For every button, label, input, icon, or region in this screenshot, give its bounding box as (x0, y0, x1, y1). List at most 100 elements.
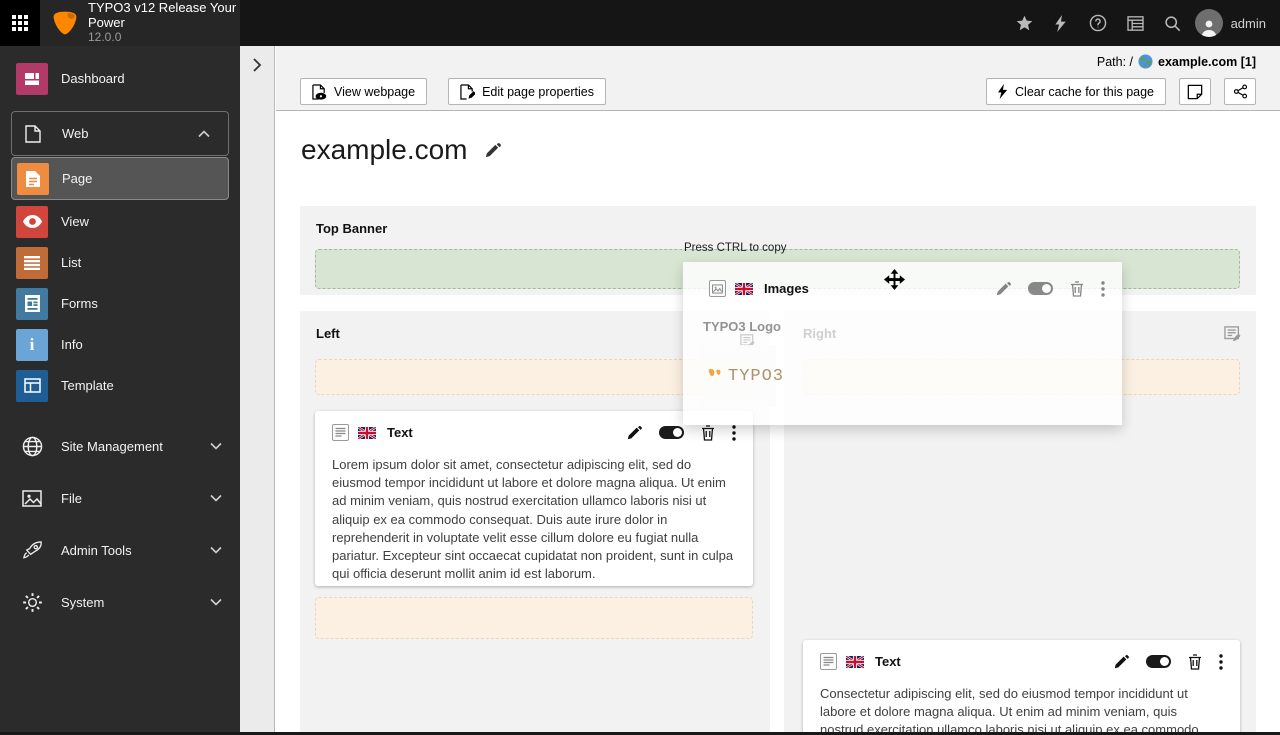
flag-en-icon (358, 426, 376, 439)
visibility-toggle-icon[interactable] (1146, 655, 1171, 668)
sidebar-item-template[interactable]: Template (0, 365, 240, 406)
content-element-header: Images (709, 280, 1105, 297)
image-item-title: TYPO3 Logo (703, 319, 781, 334)
sidebar-item-label: Info (61, 337, 83, 352)
info-module-icon: i (16, 328, 48, 361)
sidebar-item-file[interactable]: File (0, 472, 240, 524)
typo3-logo-thumbnail: TYPO3 (700, 345, 783, 407)
page-globe-icon (1138, 54, 1153, 69)
image-content-icon (709, 280, 726, 297)
view-page-icon (312, 83, 327, 100)
dashboard-icon (16, 62, 48, 95)
sidebar-item-label: File (61, 490, 82, 506)
sidebar-item-forms[interactable]: Forms (0, 283, 240, 324)
sidebar-item-system[interactable]: System (0, 576, 240, 628)
file-image-icon (16, 489, 48, 507)
more-options-kebab-icon[interactable] (732, 424, 736, 441)
site-brand[interactable]: TYPO3 v12 Release Your Power 12.0.0 (40, 0, 240, 46)
column-label: Top Banner (316, 221, 388, 236)
app-version: 12.0.0 (88, 30, 122, 45)
rocket-icon (16, 540, 48, 561)
content-element-body: Lorem ipsum dolor sit amet, consectetur … (332, 457, 734, 582)
current-page-reference: example.com [1] (1158, 54, 1256, 69)
edit-pencil-icon[interactable] (626, 425, 642, 441)
page-title-text: example.com (301, 134, 468, 165)
chevron-down-icon (210, 598, 222, 606)
user-avatar (1194, 9, 1223, 37)
sidebar-item-label: Page (62, 171, 93, 186)
doc-header: Path: / example.com [1] View webpage Edi… (276, 46, 1280, 111)
help-circle-icon (1089, 14, 1107, 32)
sidebar-item-label: Dashboard (61, 71, 125, 86)
search-button[interactable] (1154, 0, 1191, 46)
more-options-kebab-icon (1101, 280, 1105, 297)
chevron-down-icon (210, 494, 222, 502)
delete-trash-icon (1070, 280, 1084, 297)
page-tree-expand-button[interactable] (249, 57, 265, 73)
sidebar-item-label: Site Management (61, 438, 163, 454)
flag-en-icon (735, 282, 753, 295)
content-element-text-right[interactable]: Text Consectetur adipiscing elit, sed do… (803, 640, 1240, 735)
module-menu-toggle-button[interactable] (0, 0, 40, 46)
edit-title-pencil-icon[interactable] (484, 142, 501, 159)
sidebar-item-view[interactable]: View (0, 201, 240, 242)
bolt-icon (1055, 14, 1067, 32)
sidebar-item-label: Template (61, 378, 114, 393)
visibility-toggle-icon[interactable] (659, 426, 684, 439)
edit-pencil-icon[interactable] (1113, 654, 1129, 670)
sidebar-item-web[interactable]: Web (11, 111, 229, 156)
view-webpage-label: View webpage (334, 84, 416, 99)
content-element-body: Consectetur adipiscing elit, sed do eius… (820, 686, 1199, 735)
sidebar-item-info[interactable]: i Info (0, 324, 240, 365)
text-content-icon (332, 424, 349, 441)
delete-trash-icon[interactable] (1188, 653, 1202, 670)
sidebar-item-label: Admin Tools (61, 542, 132, 558)
clear-cache-button[interactable]: Clear cache for this page (986, 78, 1166, 105)
sidebar-item-label: System (61, 594, 105, 610)
sidebar-item-admin-tools[interactable]: Admin Tools (0, 524, 240, 576)
sidebar-item-site-management[interactable]: Site Management (0, 420, 240, 472)
username-label: admin (1230, 15, 1266, 31)
share-icon (1233, 84, 1248, 99)
template-module-icon (16, 369, 48, 402)
star-icon (1016, 15, 1033, 32)
chevron-up-icon (198, 129, 210, 138)
path-prefix: Path: / (1096, 54, 1134, 69)
flag-en-icon (846, 655, 864, 668)
top-bar: TYPO3 v12 Release Your Power 12.0.0 admi… (0, 0, 1280, 46)
content-element-type: Images (764, 281, 809, 296)
edit-column-icon[interactable] (1224, 326, 1242, 343)
app-title: TYPO3 v12 Release Your Power (88, 0, 237, 31)
sidebar-item-page[interactable]: Page (11, 157, 229, 200)
module-menu: Dashboard Web Page View List Forms i Inf… (0, 46, 240, 735)
page-notes-button[interactable] (1179, 78, 1211, 105)
typo3-logo-mark-icon (707, 368, 724, 384)
page-module-icon (17, 162, 49, 195)
web-module-icon (17, 124, 49, 143)
app-grid-icon (12, 15, 28, 31)
delete-trash-icon[interactable] (701, 424, 715, 441)
user-menu[interactable]: admin (1191, 9, 1280, 37)
view-webpage-button[interactable]: View webpage (300, 78, 428, 105)
sidebar-item-list[interactable]: List (0, 242, 240, 283)
move-cursor-icon (883, 268, 906, 291)
edit-page-properties-button[interactable]: Edit page properties (448, 78, 606, 105)
sidebar-item-label: Web (62, 126, 89, 141)
page-title: example.com (301, 134, 501, 166)
sidebar-item-dashboard[interactable]: Dashboard (0, 58, 240, 99)
share-button[interactable] (1224, 78, 1256, 105)
sidebar-item-label: Forms (61, 296, 98, 311)
edit-pencil-icon (995, 281, 1011, 297)
clear-cache-topbar-button[interactable] (1043, 0, 1080, 46)
content-element-type: Text (875, 654, 901, 669)
help-button[interactable] (1080, 0, 1117, 46)
cache-bolt-icon (998, 84, 1008, 99)
content-element-text-left[interactable]: Text Lorem ipsum dolor sit amet, consect… (315, 411, 753, 586)
bookmarks-button[interactable] (1006, 0, 1043, 46)
dropzone-left-bottom[interactable] (315, 597, 753, 639)
more-options-kebab-icon[interactable] (1219, 653, 1223, 670)
typo3-logo-icon (52, 10, 78, 36)
view-module-icon (16, 205, 48, 238)
sidebar-item-label: View (61, 214, 89, 229)
systeminformation-button[interactable] (1117, 0, 1154, 46)
